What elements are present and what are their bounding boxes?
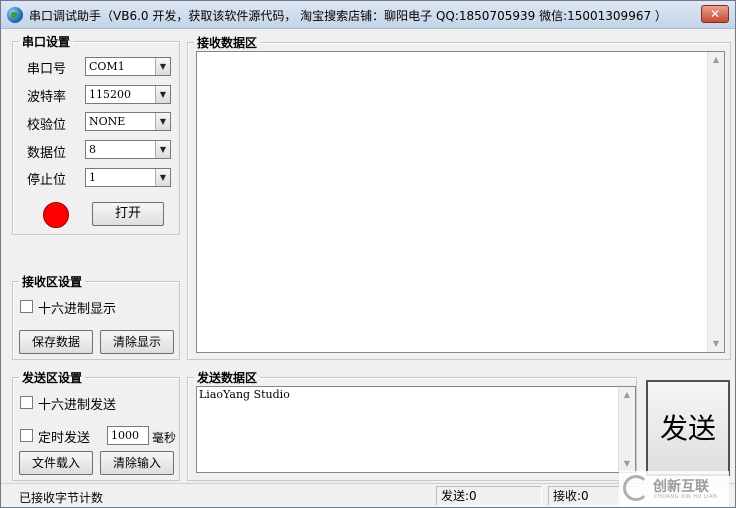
- title-bar[interactable]: 串口调试助手（VB6.0 开发，获取该软件源代码， 淘宝搜索店铺：聊阳电子 QQ…: [1, 1, 735, 29]
- timed-send-checkbox[interactable]: [20, 429, 33, 442]
- baud-label: 波特率: [27, 90, 67, 105]
- sent-count: 发送:0: [436, 486, 542, 506]
- scroll-up-icon[interactable]: ▲: [619, 387, 635, 403]
- send-settings-legend: 发送区设置: [22, 371, 83, 385]
- port-select[interactable]: COM1 ▼: [85, 57, 171, 76]
- clear-display-button[interactable]: 清除显示: [100, 330, 174, 354]
- databits-label: 数据位: [27, 146, 67, 161]
- receive-scrollbar[interactable]: ▲ ▼: [707, 52, 724, 352]
- hex-display-label: 十六进制显示: [38, 302, 117, 317]
- window-title: 串口调试助手（VB6.0 开发，获取该软件源代码， 淘宝搜索店铺：聊阳电子 QQ…: [29, 9, 667, 23]
- logo-icon: [623, 475, 649, 501]
- baud-value: 115200: [89, 88, 131, 101]
- save-data-button[interactable]: 保存数据: [19, 330, 93, 354]
- clear-input-button[interactable]: 清除输入: [100, 451, 174, 475]
- receive-settings-legend: 接收区设置: [22, 275, 83, 289]
- load-file-button[interactable]: 文件载入: [19, 451, 93, 475]
- port-label: 串口号: [27, 62, 67, 77]
- interval-input[interactable]: 1000: [107, 426, 149, 445]
- port-status-led: [43, 202, 69, 228]
- receive-data-legend: 接收数据区: [197, 36, 258, 50]
- chevron-down-icon[interactable]: ▼: [155, 86, 170, 103]
- chevron-down-icon[interactable]: ▼: [155, 141, 170, 158]
- send-textarea[interactable]: LiaoYang Studio ▲ ▼: [196, 386, 636, 473]
- chevron-down-icon[interactable]: ▼: [155, 58, 170, 75]
- timed-send-label: 定时发送: [38, 431, 91, 446]
- serial-settings-legend: 串口设置: [22, 35, 71, 49]
- parity-select[interactable]: NONE ▼: [85, 112, 171, 131]
- stopbits-label: 停止位: [27, 173, 67, 188]
- parity-value: NONE: [89, 115, 126, 128]
- receive-textarea[interactable]: ▲ ▼: [196, 51, 725, 353]
- hex-display-checkbox[interactable]: [20, 300, 33, 313]
- port-value: COM1: [89, 60, 125, 73]
- databits-select[interactable]: 8 ▼: [85, 140, 171, 159]
- send-button[interactable]: 发送: [646, 380, 730, 476]
- send-data-legend: 发送数据区: [197, 371, 258, 385]
- chevron-down-icon[interactable]: ▼: [155, 169, 170, 186]
- send-content: LiaoYang Studio: [199, 388, 290, 401]
- received-bytes-counter: 已接收字节计数: [19, 491, 104, 505]
- parity-label: 校验位: [27, 118, 67, 133]
- hex-send-label: 十六进制发送: [38, 398, 117, 413]
- watermark-name: 创新互联: [653, 479, 709, 495]
- open-port-button[interactable]: 打开: [92, 202, 164, 226]
- stopbits-value: 1: [89, 171, 96, 184]
- stopbits-select[interactable]: 1 ▼: [85, 168, 171, 187]
- chevron-down-icon[interactable]: ▼: [155, 113, 170, 130]
- databits-value: 8: [89, 143, 96, 156]
- watermark: 创新互联 CHUANG XIN HU LIAN: [619, 471, 729, 507]
- scroll-up-icon[interactable]: ▲: [708, 52, 724, 68]
- baud-select[interactable]: 115200 ▼: [85, 85, 171, 104]
- scroll-down-icon[interactable]: ▼: [619, 456, 635, 472]
- interval-unit: 毫秒: [152, 431, 177, 445]
- app-window: 串口调试助手（VB6.0 开发，获取该软件源代码， 淘宝搜索店铺：聊阳电子 QQ…: [0, 0, 736, 508]
- globe-icon: [7, 7, 23, 23]
- scroll-down-icon[interactable]: ▼: [708, 336, 724, 352]
- close-button[interactable]: ✕: [701, 5, 729, 23]
- watermark-sub: CHUANG XIN HU LIAN: [654, 494, 718, 500]
- hex-send-checkbox[interactable]: [20, 396, 33, 409]
- send-scrollbar[interactable]: ▲ ▼: [618, 387, 635, 472]
